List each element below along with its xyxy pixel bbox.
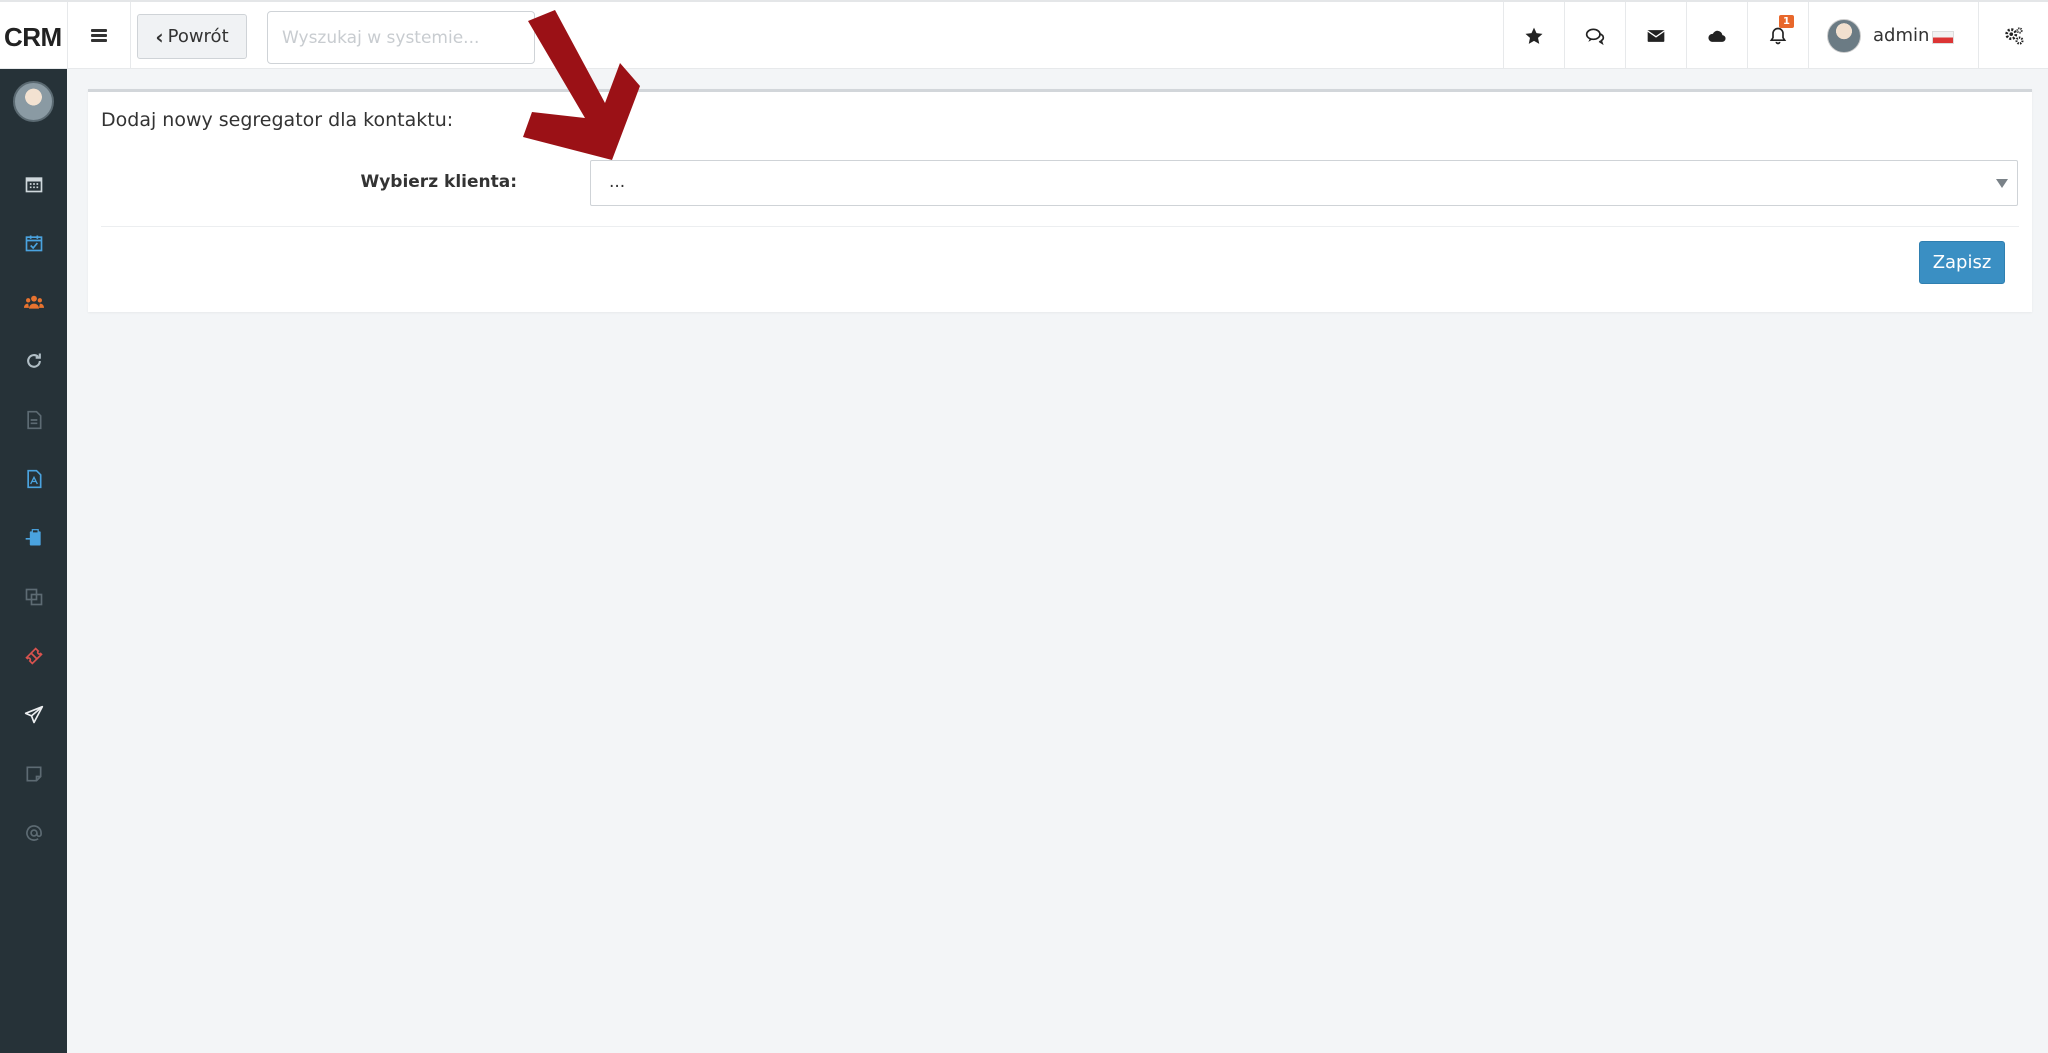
chat-button[interactable] — [1564, 2, 1625, 69]
envelope-icon — [1647, 29, 1665, 42]
pdf-file-icon — [26, 469, 41, 489]
sidebar-item-email[interactable] — [0, 813, 67, 853]
sidebar-item-copy[interactable] — [0, 577, 67, 617]
document-icon — [26, 410, 41, 430]
sidebar-item-tickets[interactable] — [0, 636, 67, 676]
users-icon — [23, 295, 44, 309]
settings-icon — [2004, 26, 2024, 45]
ticket-icon — [24, 647, 43, 665]
paper-plane-icon — [24, 705, 43, 724]
client-select[interactable]: ... — [590, 160, 2018, 206]
sidebar — [0, 69, 67, 1053]
sidebar-item-contacts[interactable] — [0, 282, 67, 322]
top-icon-group: 1 — [1503, 2, 1808, 69]
mail-button[interactable] — [1625, 2, 1686, 69]
add-binder-panel: Dodaj nowy segregator dla kontaktu: Wybi… — [88, 89, 2032, 312]
sidebar-item-send[interactable] — [0, 695, 67, 735]
brand-logo[interactable]: CRM — [4, 22, 62, 53]
sidebar-avatar[interactable] — [13, 81, 54, 122]
top-navbar: CRM ‹ Powrót 1 admin — [0, 0, 2048, 69]
user-name: admin — [1873, 25, 1930, 46]
calendar-check-icon — [25, 235, 42, 252]
cloud-icon — [1708, 30, 1726, 42]
save-button[interactable]: Zapisz — [1919, 241, 2005, 284]
calendar-icon — [25, 177, 42, 193]
sidebar-item-pdf[interactable] — [0, 459, 67, 499]
at-icon — [25, 825, 42, 841]
settings-button[interactable] — [1978, 2, 2048, 69]
sidebar-item-calendar[interactable] — [0, 164, 67, 204]
sidebar-item-clipboard[interactable] — [0, 518, 67, 558]
menu-toggle-button[interactable] — [67, 2, 131, 69]
comments-icon — [1585, 28, 1605, 45]
search-input[interactable] — [267, 11, 535, 64]
star-icon — [1525, 27, 1543, 44]
back-button[interactable]: ‹ Powrót — [137, 14, 247, 59]
bell-icon — [1769, 27, 1787, 44]
avatar — [1827, 18, 1861, 53]
polish-flag-icon — [1932, 31, 1955, 44]
hamburger-icon — [91, 29, 107, 42]
favorites-button[interactable] — [1503, 2, 1564, 69]
sidebar-item-notes[interactable] — [0, 754, 67, 794]
client-select-label: Wybierz klienta: — [360, 172, 517, 192]
cloud-button[interactable] — [1686, 2, 1747, 69]
form-divider — [101, 226, 2019, 227]
page-title: Dodaj nowy segregator dla kontaktu: — [101, 109, 454, 131]
sidebar-item-documents[interactable] — [0, 400, 67, 440]
client-select-value: ... — [609, 172, 626, 192]
back-button-label: Powrót — [167, 26, 229, 47]
note-icon — [26, 766, 41, 782]
caret-down-icon — [1996, 179, 2008, 188]
notifications-button[interactable]: 1 — [1747, 2, 1808, 69]
clipboard-icon — [25, 529, 41, 546]
refresh-icon — [26, 353, 41, 368]
chevron-left-icon: ‹ — [155, 24, 164, 49]
copy-icon — [25, 588, 42, 606]
user-menu[interactable]: admin — [1808, 2, 1978, 69]
notification-badge: 1 — [1779, 15, 1794, 28]
sidebar-item-tasks[interactable] — [0, 223, 67, 263]
sidebar-item-refresh[interactable] — [0, 341, 67, 381]
